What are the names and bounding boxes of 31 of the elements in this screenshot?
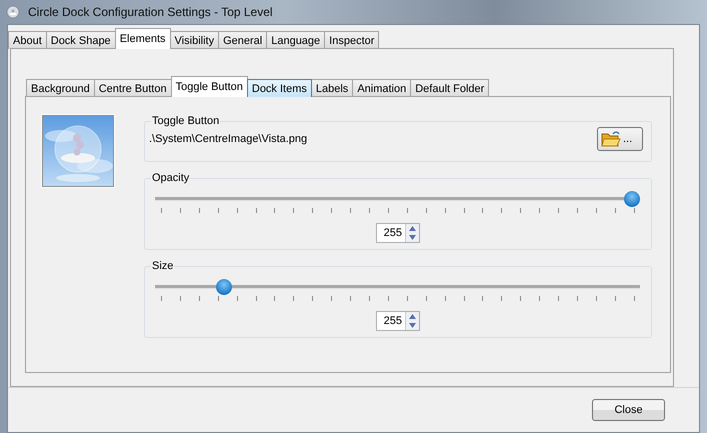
folder-icon <box>601 131 621 147</box>
tab[interactable]: About <box>8 31 47 49</box>
number-spinner[interactable]: 255 <box>376 311 420 331</box>
tab[interactable]: Dock Shape <box>46 31 116 49</box>
slider-thumb[interactable] <box>624 191 640 207</box>
tab[interactable]: Default Folder <box>410 79 490 97</box>
tab[interactable]: Language <box>266 31 326 49</box>
up-arrow-icon <box>408 225 417 232</box>
tab[interactable]: Background <box>26 79 95 97</box>
up-arrow-icon <box>408 313 417 320</box>
slider[interactable] <box>155 279 640 295</box>
group-label: Opacity <box>151 172 190 184</box>
tab[interactable]: General <box>218 31 268 49</box>
slider[interactable] <box>155 191 640 207</box>
file-path: .\System\CentreImage\Vista.png <box>149 133 308 145</box>
number-spinner[interactable]: 255 <box>376 223 420 243</box>
group-label: Size <box>151 260 174 272</box>
browse-button[interactable]: ... <box>597 127 643 151</box>
window-title: Circle Dock Configuration Settings - Top Level <box>28 5 273 19</box>
tab[interactable]: Dock Items <box>246 79 312 97</box>
down-arrow-icon <box>408 234 417 241</box>
tab[interactable]: Animation <box>352 79 412 97</box>
app-icon <box>6 5 20 19</box>
group-label: Toggle Button <box>151 115 220 127</box>
tab[interactable]: Elements <box>114 28 171 49</box>
slider-thumb[interactable] <box>216 279 232 295</box>
tab[interactable]: Centre Button <box>94 79 172 97</box>
tab[interactable]: Inspector <box>324 31 380 49</box>
tab[interactable]: Toggle Button <box>170 76 248 97</box>
down-arrow-icon <box>408 322 417 329</box>
close-button[interactable]: Close <box>592 399 665 421</box>
